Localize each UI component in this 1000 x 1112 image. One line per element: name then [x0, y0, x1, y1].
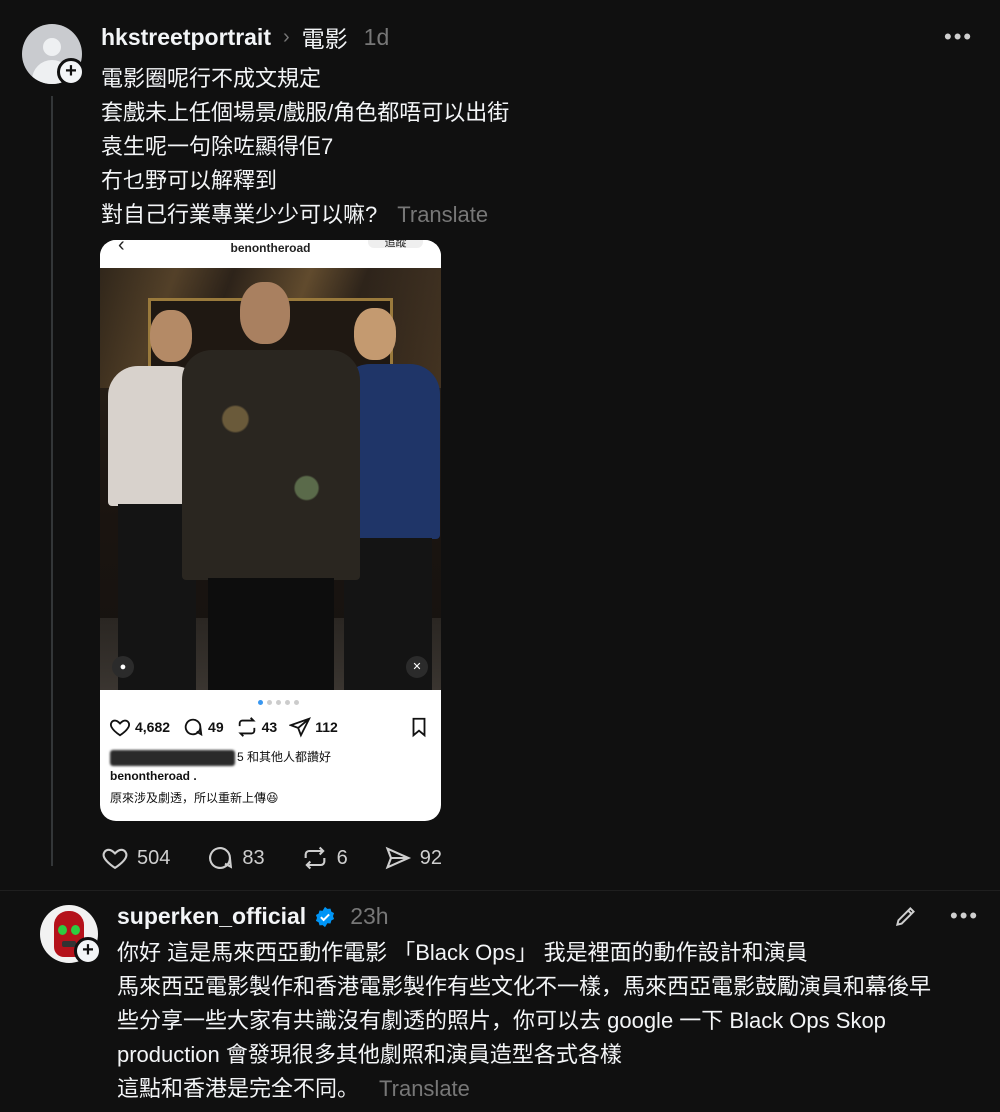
verified-badge-icon [316, 906, 335, 927]
like-button[interactable]: 504 [101, 844, 170, 872]
send-icon [385, 846, 411, 870]
more-options-icon[interactable]: ••• [950, 903, 979, 929]
reply-line: 些分享一些大家有共識沒有劇透的照片，你可以去 google 一下 Black O… [117, 1008, 886, 1033]
reply-line-last: 這點和香港是完全不同。 Translate [117, 1072, 977, 1106]
ig-repost: 43 [236, 716, 278, 738]
ig-caption: 原來涉及劇透，所以重新上傳😆 [110, 791, 279, 805]
reply-body: 你好 這是馬來西亞動作電影 「Black Ops」 我是裡面的動作設計和演員 馬… [117, 936, 977, 1106]
post-body: 電影圈呢行不成文規定 套戲未上任個場景/戲服/角色都唔可以出街 袁生呢一句除咗顯… [101, 62, 509, 232]
post-line: 冇乜野可以解釋到 [101, 168, 278, 193]
comment-button[interactable]: 83 [206, 844, 265, 872]
ig-caption-user: benontheroad . [110, 769, 197, 783]
translate-link[interactable]: Translate [379, 1076, 470, 1101]
ig-like: 4,682 [109, 716, 170, 738]
ig-follow-button: 追蹤 [368, 240, 423, 249]
ig-repost-count: 43 [261, 719, 278, 735]
ig-like-count: 4,682 [135, 719, 171, 735]
repost-icon [237, 717, 256, 737]
ig-actions: 4,682 49 43 112 [109, 716, 338, 738]
post-line: 袁生呢一句除咗顯得佢7 [101, 134, 334, 159]
reply-username[interactable]: superken_official [117, 903, 306, 930]
translate-link[interactable]: Translate [397, 202, 488, 227]
repost-button[interactable]: 6 [301, 844, 348, 872]
reply: + superken_official 23h ••• 你好 這是馬來西亞動作電… [0, 890, 1000, 1112]
comment-icon [209, 847, 233, 869]
post-line-last: 對自己行業專業少少可以嘛? Translate [101, 198, 509, 232]
mask-eye-left [58, 925, 67, 935]
pencil-icon[interactable] [893, 903, 919, 929]
ig-header: ‹ benontheroad 追蹤 [100, 240, 441, 268]
ig-comment: 49 [182, 716, 224, 738]
reply-line: 你好 這是馬來西亞動作電影 「Black Ops」 我是裡面的動作設計和演員 [117, 940, 808, 965]
post-time: 1d [363, 23, 390, 50]
post-image[interactable]: ‹ benontheroad 追蹤 ● ✕ 4,682 49 43 112 5 … [100, 240, 441, 821]
send-icon [289, 717, 312, 738]
heart-icon [102, 848, 128, 870]
share-button[interactable]: 92 [384, 844, 442, 872]
reply-line: production 會發現很多其他劇照和演員造型各式各樣 [117, 1042, 622, 1067]
comment-icon [184, 718, 203, 737]
post-line: 對自己行業專業少少可以嘛? [101, 202, 378, 227]
bookmark-icon [412, 717, 426, 738]
ig-comment-count: 49 [208, 719, 224, 735]
reply-header: superken_official 23h [117, 903, 389, 930]
heart-icon [110, 719, 130, 737]
movie-still-photo: ● ✕ [100, 268, 441, 690]
carousel-dots [258, 700, 299, 705]
reply-line: 這點和香港是完全不同。 [117, 1076, 360, 1101]
post-line: 套戲未上任個場景/戲服/角色都唔可以出街 [101, 100, 510, 125]
ig-share-count: 112 [315, 719, 338, 735]
post-line: 電影圈呢行不成文規定 [101, 66, 322, 91]
ig-liked-by: 5 和其他人都讚好 [110, 748, 331, 766]
follow-plus-icon[interactable]: + [57, 58, 85, 86]
thread-line [51, 96, 53, 866]
repost-count: 6 [336, 846, 348, 869]
repost-icon [304, 846, 326, 870]
avatar-head [43, 38, 61, 56]
share-count: 92 [419, 846, 442, 869]
ig-share: 112 [289, 716, 338, 738]
like-count: 504 [137, 846, 171, 869]
reply-time: 23h [350, 903, 389, 929]
ig-liked-by-text: 5 和其他人都讚好 [237, 750, 332, 764]
follow-plus-icon[interactable]: + [74, 937, 102, 965]
comment-count: 83 [242, 846, 265, 869]
more-options-icon[interactable]: ••• [944, 24, 973, 50]
post-username[interactable]: hkstreetportrait [101, 24, 271, 51]
redacted-username [110, 749, 235, 766]
post-topic[interactable]: 電影 [302, 20, 348, 54]
reply-line: 馬來西亞電影製作和香港電影製作有些文化不一樣，馬來西亞電影鼓勵演員和幕後早 [117, 974, 932, 999]
mute-icon: ✕ [406, 656, 428, 678]
mask-eye-right [71, 925, 80, 935]
post-header: hkstreetportrait › 電影 1d [101, 20, 390, 54]
post-actions: 504 83 6 92 [101, 844, 442, 872]
chevron-right-icon: › [282, 25, 290, 48]
tagged-person-icon: ● [112, 656, 134, 678]
